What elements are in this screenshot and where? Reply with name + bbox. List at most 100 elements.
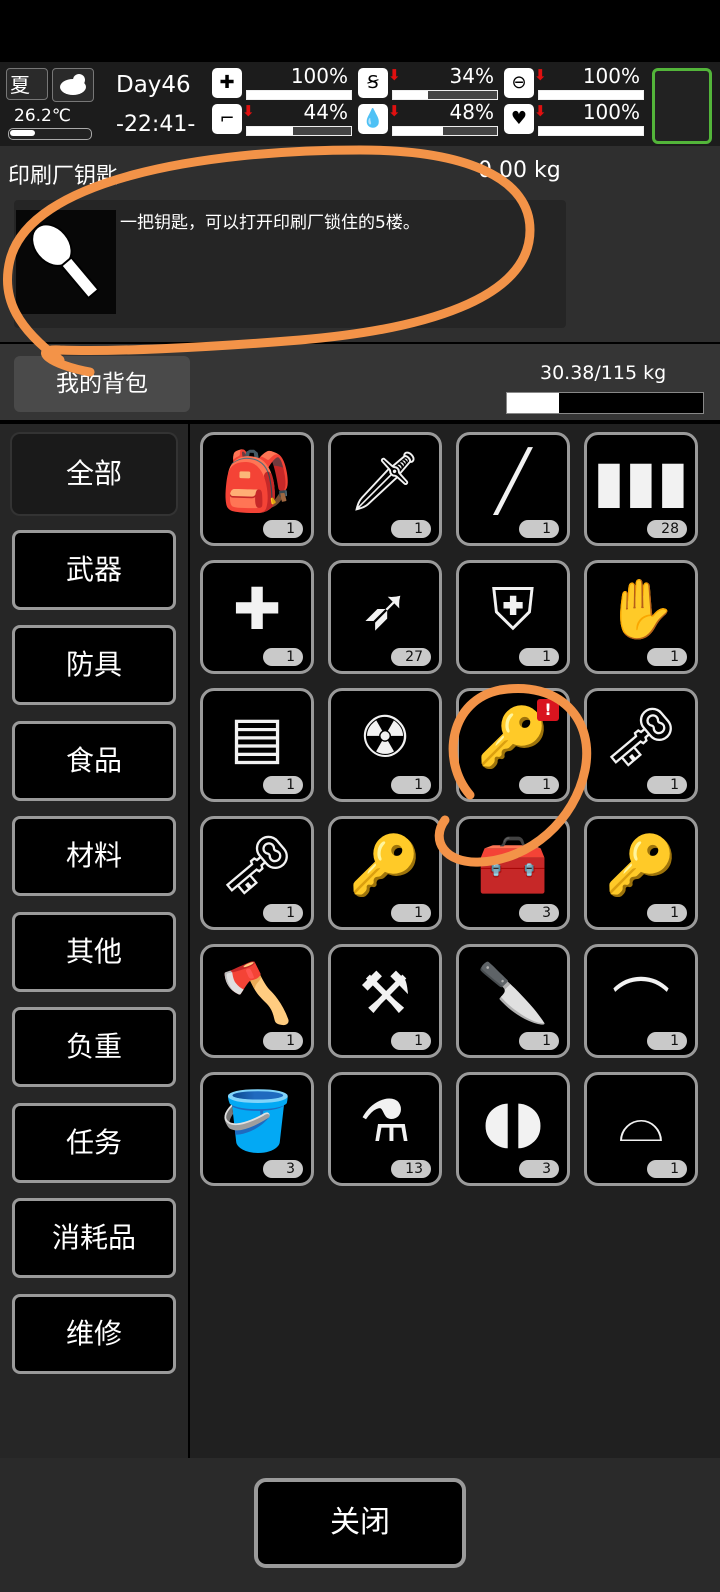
medkit-icon: ✚	[212, 68, 242, 98]
gloves-icon: ✋	[604, 575, 678, 643]
close-button[interactable]: 关闭	[254, 1478, 466, 1568]
my-bag-tab[interactable]: 我的背包	[14, 356, 190, 412]
stat-value: 34%	[449, 64, 494, 88]
item-count: 1	[647, 1160, 687, 1178]
category-tab[interactable]: 全部	[12, 434, 176, 514]
crossbow-icon: ✚	[232, 575, 282, 643]
category-tab[interactable]: 武器	[12, 529, 176, 610]
weather-icon	[52, 68, 94, 102]
bladder-icon: ⊖	[504, 68, 534, 98]
inventory-slot[interactable]: ⌒ 1	[584, 944, 698, 1058]
beaker-icon: ⚗	[359, 1087, 411, 1155]
inventory-slot[interactable]: 🪣 3	[200, 1072, 314, 1186]
gas-mask-icon: ☢	[359, 703, 411, 771]
inventory-slot[interactable]: 🔪 1	[456, 944, 570, 1058]
stat-value: 48%	[449, 100, 494, 124]
soap-icon: ◖◗	[482, 1087, 544, 1155]
crowbar-icon: ⌒	[611, 972, 670, 1040]
game-clock: -22:41-	[116, 112, 196, 137]
item-count: 1	[263, 648, 303, 666]
inventory-slot[interactable]: ⌓ 1	[584, 1072, 698, 1186]
category-tab[interactable]: 任务	[12, 1102, 176, 1183]
item-count: 1	[263, 904, 303, 922]
item-count: 1	[263, 776, 303, 794]
item-count: 1	[391, 1032, 431, 1050]
item-count: 1	[647, 776, 687, 794]
item-weight: 0.00 kg	[478, 158, 561, 183]
category-tab[interactable]: 其他	[12, 911, 176, 992]
bag-capacity-label: 30.38/115 kg	[540, 362, 667, 384]
item-count: 1	[647, 648, 687, 666]
inventory-slot[interactable]: 🗝 1	[200, 816, 314, 930]
category-tab[interactable]: 防具	[12, 625, 176, 705]
inventory-slot[interactable]: ⚗ 13	[328, 1072, 442, 1186]
item-count: 27	[391, 648, 431, 666]
item-count: 28	[647, 520, 687, 538]
inventory-slot[interactable]: ▮▮▮ 28	[584, 432, 698, 546]
boot-icon: ⌐	[212, 104, 242, 134]
water-drop-icon: 💧	[358, 104, 388, 134]
bag-capacity-bar	[506, 392, 704, 414]
key-icon: 🗝	[220, 831, 294, 899]
inventory-slot[interactable]: 🎒 1	[200, 432, 314, 546]
item-count: 3	[263, 1160, 303, 1178]
item-count: 1	[263, 1032, 303, 1050]
season-indicator: 夏	[6, 68, 48, 100]
stomach-icon: Ꞩ	[358, 68, 388, 98]
stat-bar	[246, 126, 352, 136]
category-tab[interactable]: 材料	[12, 816, 176, 896]
stat-bar	[246, 90, 352, 100]
inventory-slot[interactable]: 🔑 1	[584, 816, 698, 930]
inventory-slot[interactable]: ☢ 1	[328, 688, 442, 802]
axe-icon: 🪓	[220, 959, 294, 1027]
heart-icon: ♥	[504, 104, 534, 134]
shovel-icon: ⚒	[359, 959, 411, 1027]
item-count: 3	[519, 1160, 559, 1178]
inventory-slot[interactable]: ⚒ 1	[328, 944, 442, 1058]
inventory-slot[interactable]: ▤ 1	[200, 688, 314, 802]
item-count: 3	[519, 904, 559, 922]
category-tab[interactable]: 消耗品	[12, 1198, 176, 1278]
machete-icon: 🔪	[476, 959, 550, 1027]
inventory-slot[interactable]: ➶ 27	[328, 560, 442, 674]
shield-icon: ⛨	[491, 575, 535, 643]
key-icon	[16, 210, 116, 314]
item-count: 1	[519, 776, 559, 794]
quick-slot-button[interactable]	[652, 68, 712, 144]
inventory-slot[interactable]: ✚ 1	[200, 560, 314, 674]
rifle-icon: ╱	[495, 447, 531, 515]
item-count: 1	[647, 904, 687, 922]
vest-icon: ▤	[229, 703, 285, 771]
inventory-slot[interactable]: ╱ 1	[456, 432, 570, 546]
inventory-slot[interactable]: 🪓 1	[200, 944, 314, 1058]
inventory-slot[interactable]: ✋ 1	[584, 560, 698, 674]
category-tab[interactable]: 维修	[12, 1293, 176, 1374]
item-count: 1	[519, 1032, 559, 1050]
car-key-icon: 🔑	[604, 831, 678, 899]
temperature-bar	[8, 128, 92, 140]
inventory-slot[interactable]: 🗡 1	[328, 432, 442, 546]
item-count: 13	[391, 1160, 431, 1178]
item-count: 1	[391, 776, 431, 794]
day-counter: Day46	[116, 72, 191, 98]
item-count: 1	[519, 648, 559, 666]
category-tab[interactable]: 食品	[12, 720, 176, 801]
inventory-slot[interactable]: ◖◗ 3	[456, 1072, 570, 1186]
alert-badge: !	[537, 699, 559, 721]
backpack-icon: 🎒	[220, 447, 294, 515]
toolbox-icon: 🧰	[476, 831, 550, 899]
stat-bar	[538, 126, 644, 136]
inventory-slot[interactable]: 🔑 1!	[456, 688, 570, 802]
key-icon: 🗝	[604, 703, 678, 771]
item-count: 1	[391, 520, 431, 538]
inventory-slot[interactable]: 🧰 3	[456, 816, 570, 930]
stat-bar	[538, 90, 644, 100]
stat-value: 100%	[290, 64, 348, 88]
inventory-slot[interactable]: 🔑 1	[328, 816, 442, 930]
stat-value: 100%	[582, 100, 640, 124]
inventory-slot[interactable]: ⛨ 1	[456, 560, 570, 674]
category-tab[interactable]: 负重	[12, 1007, 176, 1087]
arrow-icon: ➶	[360, 575, 410, 643]
inventory-slot[interactable]: 🗝 1	[584, 688, 698, 802]
stat-value: 44%	[303, 100, 348, 124]
